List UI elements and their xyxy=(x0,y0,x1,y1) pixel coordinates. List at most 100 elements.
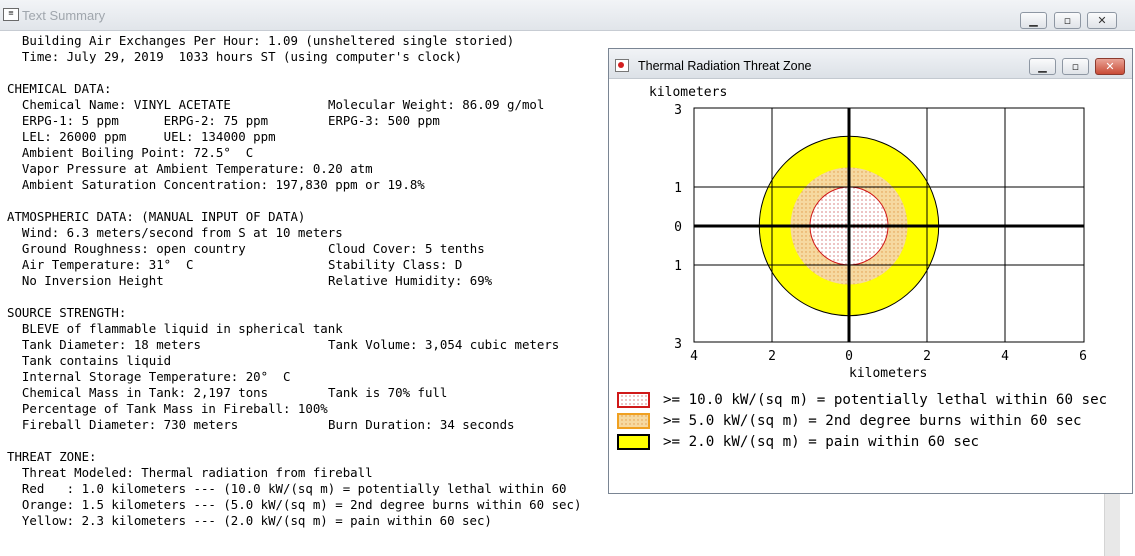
x-axis-label: kilometers xyxy=(849,366,927,381)
summary-line: Ambient Saturation Concentration: 197,83… xyxy=(7,177,581,193)
summary-line-text: Threat Modeled: Thermal radiation from f… xyxy=(7,465,373,480)
vertical-scrollbar[interactable] xyxy=(1104,492,1120,556)
summary-line: Air Temperature: 31° C Stability Class: D xyxy=(7,257,581,273)
summary-line xyxy=(7,289,581,305)
summary-line: Time: July 29, 2019 1033 hours ST (using… xyxy=(7,49,581,65)
summary-line xyxy=(7,193,581,209)
legend-swatch-orange xyxy=(617,413,650,429)
app-icon: ≡ xyxy=(3,8,19,21)
x-tick-label: 2 xyxy=(923,349,931,364)
maximize-icon: ▫ xyxy=(1071,60,1080,73)
summary-line-column2: Tank is 70% full xyxy=(328,385,448,400)
summary-line-text: SOURCE STRENGTH: xyxy=(7,305,127,320)
summary-line-text: BLEVE of flammable liquid in spherical t… xyxy=(7,321,343,336)
summary-text: Building Air Exchanges Per Hour: 1.09 (u… xyxy=(7,33,581,529)
y-tick-label: 0 xyxy=(674,220,682,235)
y-axis-label: kilometers xyxy=(649,85,727,100)
summary-line: Building Air Exchanges Per Hour: 1.09 (u… xyxy=(7,33,581,49)
summary-line: Tank Diameter: 18 meters Tank Volume: 3,0… xyxy=(7,337,581,353)
summary-line-text: Chemical Name: VINYL ACETATE xyxy=(7,97,231,112)
summary-line: No Inversion Height Relative Humidity: 69… xyxy=(7,273,581,289)
summary-line-text: Ambient Saturation Concentration: 197,83… xyxy=(7,177,425,192)
summary-line-text: Percentage of Tank Mass in Fireball: 100… xyxy=(7,401,328,416)
summary-line-text: Yellow: 2.3 kilometers --- (2.0 kW/(sq m… xyxy=(7,513,492,528)
summary-line-text: Time: July 29, 2019 1033 hours ST (using… xyxy=(7,49,463,64)
summary-line xyxy=(7,433,581,449)
summary-line: ATMOSPHERIC DATA: (MANUAL INPUT OF DATA) xyxy=(7,209,581,225)
summary-line-text: Chemical Mass in Tank: 2,197 tons xyxy=(7,385,269,400)
summary-line: Percentage of Tank Mass in Fireball: 100… xyxy=(7,401,581,417)
summary-line-text: ERPG-1: 5 ppm ERPG-2: 75 ppm xyxy=(7,113,269,128)
thermal-close-button[interactable]: ✕ xyxy=(1095,58,1125,75)
x-tick-label: 4 xyxy=(690,349,698,364)
minimize-button[interactable]: ▁ xyxy=(1020,12,1047,29)
y-tick-label: 3 xyxy=(674,103,682,118)
summary-line: Chemical Name: VINYL ACETATE Molecular We… xyxy=(7,97,581,113)
summary-line: Vapor Pressure at Ambient Temperature: 0… xyxy=(7,161,581,177)
legend-label-orange: >= 5.0 kW/(sq m) = 2nd degree burns with… xyxy=(663,413,1082,429)
summary-line: Wind: 6.3 meters/second from S at 10 met… xyxy=(7,225,581,241)
thermal-maximize-button[interactable]: ▫ xyxy=(1062,58,1089,75)
summary-line: Yellow: 2.3 kilometers --- (2.0 kW/(sq m… xyxy=(7,513,581,529)
summary-line-text: Ground Roughness: open country xyxy=(7,241,246,256)
thermal-threat-window[interactable]: Thermal Radiation Threat Zone ▁ ▫ ✕ kilo… xyxy=(608,48,1133,494)
summary-line: Orange: 1.5 kilometers --- (5.0 kW/(sq m… xyxy=(7,497,582,513)
summary-line-text: Tank Diameter: 18 meters xyxy=(7,337,201,352)
y-tick-label: 3 xyxy=(674,337,682,352)
summary-line: Fireball Diameter: 730 meters Burn Durati… xyxy=(7,417,581,433)
thermal-titlebar[interactable]: Thermal Radiation Threat Zone ▁ ▫ ✕ xyxy=(609,49,1132,79)
summary-line: SOURCE STRENGTH: xyxy=(7,305,581,321)
maximize-button[interactable]: ▫ xyxy=(1054,12,1081,29)
summary-line-text: Wind: 6.3 meters/second from S at 10 met… xyxy=(7,225,343,240)
legend-swatch-red xyxy=(617,392,650,408)
x-tick-label: 6 xyxy=(1079,349,1087,364)
summary-line: Internal Storage Temperature: 20° C xyxy=(7,369,581,385)
y-tick-label: 1 xyxy=(674,181,682,196)
summary-line: BLEVE of flammable liquid in spherical t… xyxy=(7,321,581,337)
close-button[interactable]: ✕ xyxy=(1087,12,1117,29)
x-tick-label: 0 xyxy=(845,349,853,364)
summary-line-text: Tank contains liquid xyxy=(7,353,172,368)
summary-line-text: Red : 1.0 kilometers --- (10.0 kW/(sq m)… xyxy=(7,481,567,496)
summary-line-text: LEL: 26000 ppm UEL: 134000 ppm xyxy=(7,129,276,144)
summary-line-text: THREAT ZONE: xyxy=(7,449,97,464)
summary-line-text: ATMOSPHERIC DATA: (MANUAL INPUT OF DATA) xyxy=(7,209,306,224)
close-icon: ✕ xyxy=(1097,14,1107,27)
summary-line xyxy=(7,65,581,81)
maximize-icon: ▫ xyxy=(1063,14,1072,27)
x-tick-label: 4 xyxy=(1001,349,1009,364)
summary-line: Ground Roughness: open country Cloud Cove… xyxy=(7,241,581,257)
legend-label-red: >= 10.0 kW/(sq m) = potentially lethal w… xyxy=(663,392,1107,408)
summary-line-column2: Burn Duration: 34 seconds xyxy=(328,417,515,432)
window-title: Text Summary xyxy=(22,8,106,23)
y-tick-label: 1 xyxy=(674,259,682,274)
threat-zone-plot: kilometers 3 1 0 1 3 4 2 0 2 4 6 kilomet… xyxy=(617,85,1107,450)
threat-app-icon xyxy=(615,59,629,72)
summary-line: ERPG-1: 5 ppm ERPG-2: 75 ppm ERPG-3: 500 … xyxy=(7,113,581,129)
summary-line-column2: Relative Humidity: 69% xyxy=(328,273,493,288)
summary-line-text: Orange: 1.5 kilometers --- (5.0 kW/(sq m… xyxy=(7,497,582,512)
summary-line-text: Internal Storage Temperature: 20° C xyxy=(7,369,291,384)
thermal-minimize-button[interactable]: ▁ xyxy=(1029,58,1056,75)
summary-line: LEL: 26000 ppm UEL: 134000 ppm xyxy=(7,129,581,145)
close-icon: ✕ xyxy=(1105,60,1115,73)
minimize-icon: ▁ xyxy=(1029,14,1038,27)
summary-line-column2: Molecular Weight: 86.09 g/mol xyxy=(328,97,545,112)
summary-line: Tank contains liquid xyxy=(7,353,581,369)
text-summary-titlebar[interactable]: ≡ Text Summary ▁ ▫ ✕ xyxy=(0,0,1135,31)
summary-line-column2: Cloud Cover: 5 tenths xyxy=(328,241,485,256)
summary-line-text: Ambient Boiling Point: 72.5° C xyxy=(7,145,254,160)
summary-line: Red : 1.0 kilometers --- (10.0 kW/(sq m)… xyxy=(7,481,581,497)
summary-line-text: No Inversion Height xyxy=(7,273,164,288)
summary-line: CHEMICAL DATA: xyxy=(7,81,581,97)
x-tick-label: 2 xyxy=(768,349,776,364)
legend-swatch-yellow xyxy=(617,434,650,450)
summary-line: Ambient Boiling Point: 72.5° C xyxy=(7,145,581,161)
legend-label-yellow: >= 2.0 kW/(sq m) = pain within 60 sec xyxy=(663,434,979,450)
summary-line: THREAT ZONE: xyxy=(7,449,581,465)
summary-line-text: Fireball Diameter: 730 meters xyxy=(7,417,239,432)
summary-line: Threat Modeled: Thermal radiation from f… xyxy=(7,465,581,481)
summary-line-column2: Tank Volume: 3,054 cubic meters xyxy=(328,337,560,352)
thermal-window-title: Thermal Radiation Threat Zone xyxy=(638,59,812,73)
summary-line-text: Air Temperature: 31° C xyxy=(7,257,194,272)
